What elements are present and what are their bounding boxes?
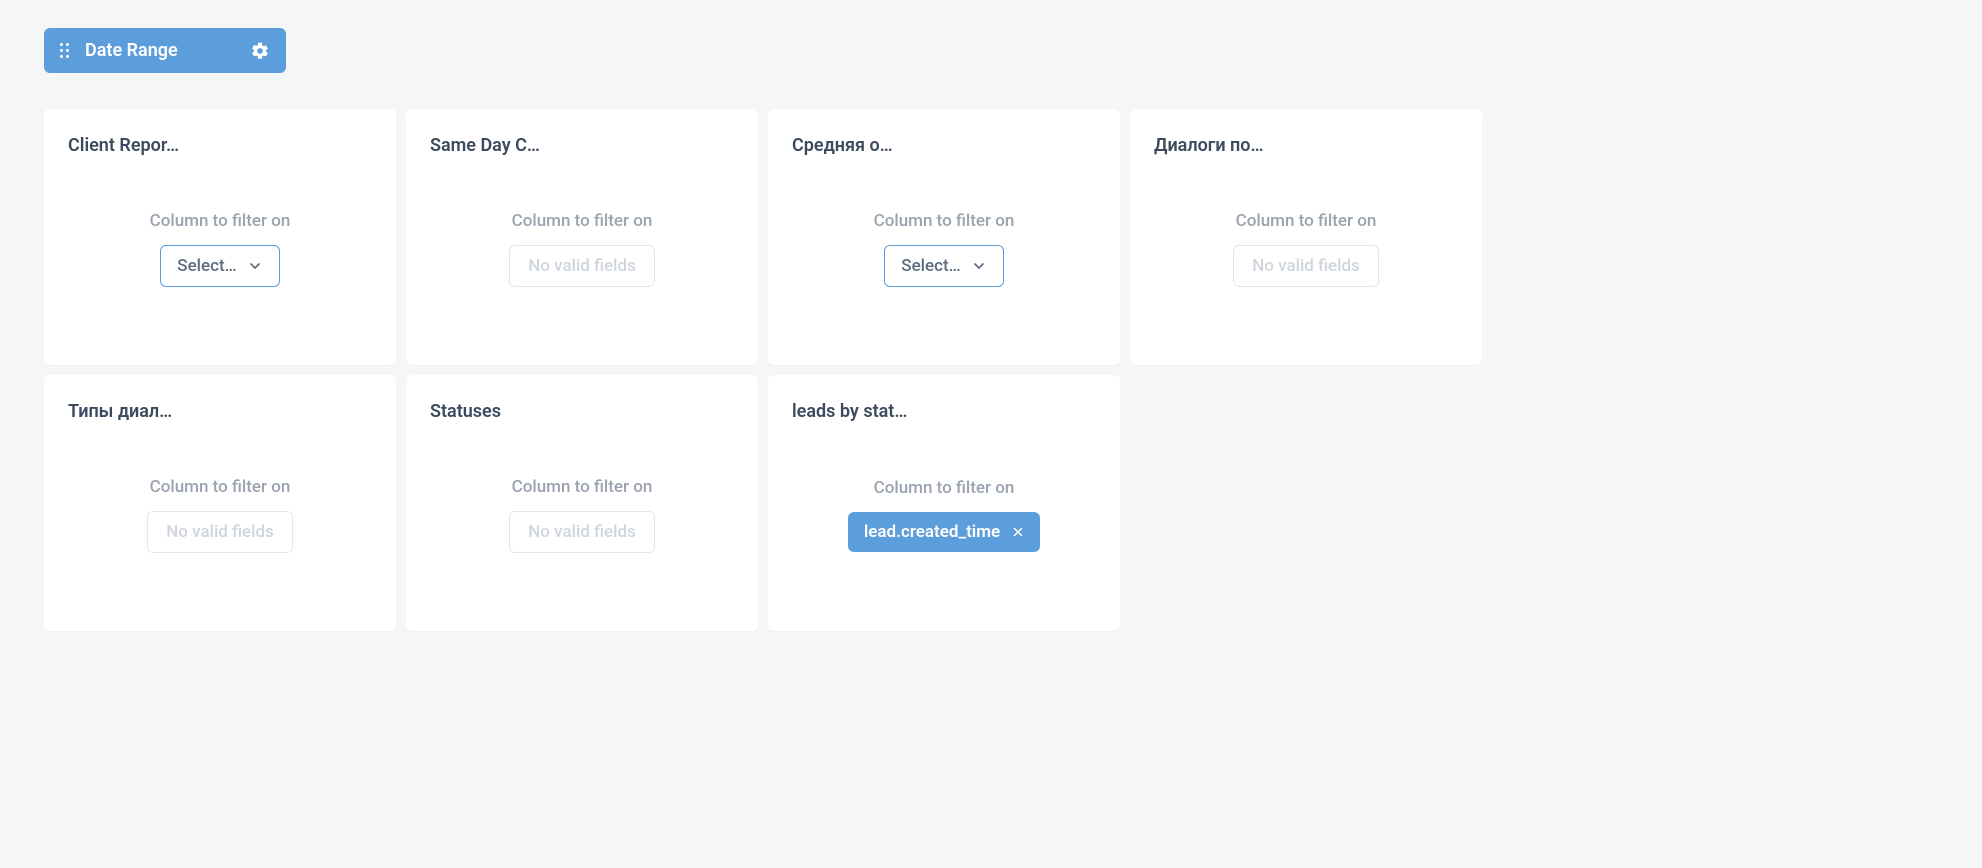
selected-column-label: lead.created_time [864,522,1000,542]
chevron-down-icon [971,258,987,274]
chevron-down-icon [247,258,263,274]
card-average: Средняя о… Column to filter on Select… [768,109,1120,365]
card-title: Client Repor… [68,135,198,156]
select-placeholder: Select… [177,256,236,276]
card-title: Типы диал… [68,401,198,422]
card-dialog-types: Типы диал… Column to filter on No valid … [44,375,396,631]
card-title: Statuses [430,401,560,422]
card-title: Диалоги по… [1154,135,1284,156]
card-dialogs-by: Диалоги по… Column to filter on No valid… [1130,109,1482,365]
card-same-day: Same Day C… Column to filter on No valid… [406,109,758,365]
card-client-report: Client Repor… Column to filter on Select… [44,109,396,365]
filter-label: Column to filter on [874,478,1015,498]
filter-label: Column to filter on [150,477,291,497]
column-select[interactable]: Select… [160,245,279,287]
column-select[interactable]: Select… [884,245,1003,287]
drag-handle-icon[interactable] [60,43,69,58]
column-select-disabled: No valid fields [1233,245,1379,287]
filter-label: Column to filter on [150,211,291,231]
card-title: leads by stat… [792,401,922,422]
close-icon[interactable] [1012,526,1024,538]
card-leads-by-status: leads by stat… Column to filter on lead.… [768,375,1120,631]
filter-label: Column to filter on [512,477,653,497]
filter-label: Column to filter on [512,211,653,231]
card-title: Средняя о… [792,135,922,156]
column-select-disabled: No valid fields [509,511,655,553]
date-range-pill[interactable]: Date Range [44,28,286,73]
no-valid-fields-label: No valid fields [166,522,274,542]
no-valid-fields-label: No valid fields [1252,256,1360,276]
selected-column-tag[interactable]: lead.created_time [848,512,1040,552]
card-title: Same Day C… [430,135,560,156]
date-range-label: Date Range [85,40,178,61]
card-statuses: Statuses Column to filter on No valid fi… [406,375,758,631]
column-select-disabled: No valid fields [509,245,655,287]
column-select-disabled: No valid fields [147,511,293,553]
cards-grid: Client Repor… Column to filter on Select… [44,109,1938,631]
filter-label: Column to filter on [1236,211,1377,231]
gear-icon[interactable] [250,41,270,61]
no-valid-fields-label: No valid fields [528,256,636,276]
filter-label: Column to filter on [874,211,1015,231]
no-valid-fields-label: No valid fields [528,522,636,542]
select-placeholder: Select… [901,256,960,276]
